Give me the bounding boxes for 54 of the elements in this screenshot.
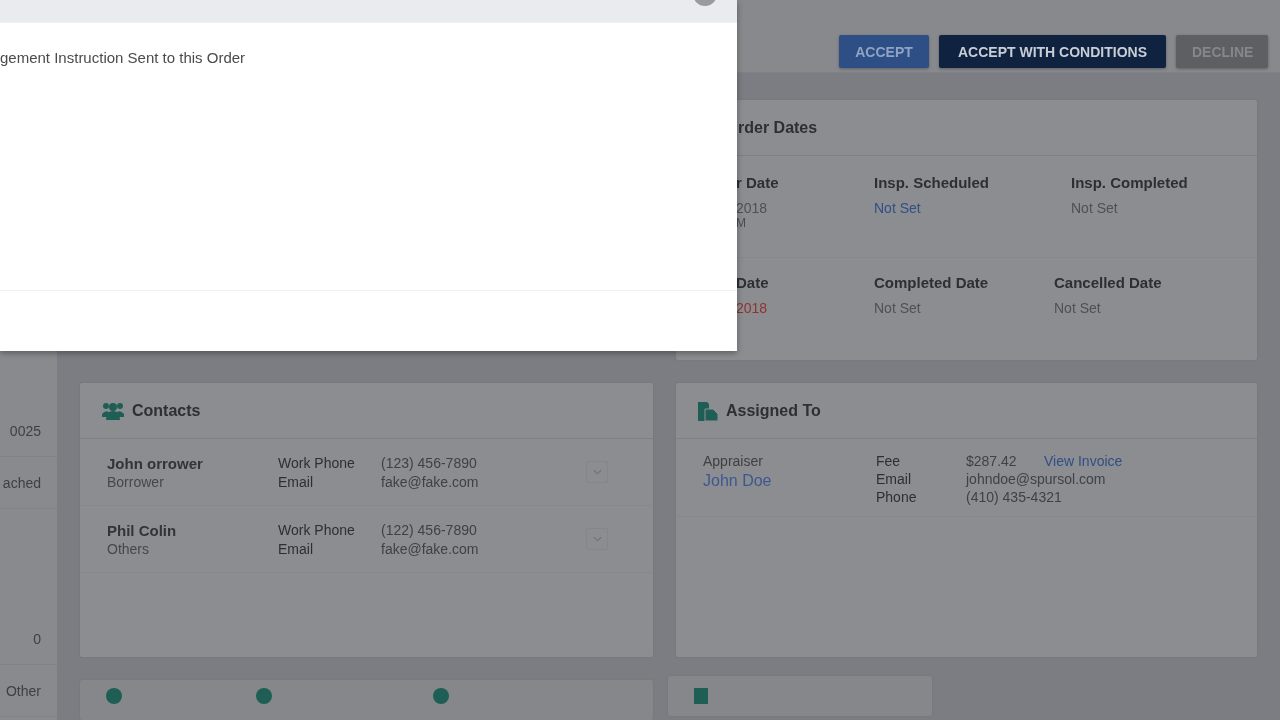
chevron-icon bbox=[592, 469, 602, 475]
field-label: Phone bbox=[876, 489, 918, 505]
field-label: Email bbox=[278, 473, 314, 490]
field-label: Work Phone bbox=[278, 454, 356, 471]
appraiser-label: Appraiser bbox=[703, 453, 764, 469]
card-title: rder Dates bbox=[738, 118, 818, 137]
date-label: Cancelled Date bbox=[1054, 274, 1163, 291]
card-title: Contacts bbox=[132, 401, 201, 420]
date-label: Insp. Completed bbox=[1071, 174, 1189, 191]
round-icon bbox=[256, 688, 272, 704]
contact-name: John orrower bbox=[107, 454, 204, 472]
date-value: Not Set bbox=[1071, 200, 1119, 216]
documents-icon bbox=[698, 400, 718, 421]
expand-button[interactable] bbox=[586, 528, 608, 550]
field-value: fake@fake.com bbox=[381, 473, 479, 490]
sidebar-text: ached bbox=[2, 474, 41, 491]
date-value: Not Set bbox=[874, 300, 922, 316]
expand-button[interactable] bbox=[586, 461, 608, 483]
date-note: M bbox=[736, 216, 747, 230]
card-title: Assigned To bbox=[726, 401, 821, 420]
date-value: Not Set bbox=[874, 200, 922, 216]
round-icon bbox=[433, 688, 449, 704]
date-label: Completed Date bbox=[874, 274, 990, 291]
action-button[interactable]: ACCEPT bbox=[839, 35, 929, 68]
date-value: Not Set bbox=[1054, 300, 1102, 316]
action-button[interactable]: ACCEPT WITH CONDITIONS bbox=[939, 35, 1166, 68]
field-value: $287.42 bbox=[966, 453, 1018, 469]
contact-role: Others bbox=[107, 540, 150, 557]
field-value: (122) 456-7890 bbox=[381, 521, 477, 538]
field-value: fake@fake.com bbox=[381, 540, 479, 557]
field-label: Email bbox=[876, 471, 912, 487]
field-label: Email bbox=[278, 540, 314, 557]
chevron-icon bbox=[592, 536, 602, 542]
field-label: Work Phone bbox=[278, 521, 356, 538]
contact-role: Borrower bbox=[107, 473, 165, 490]
appraiser-link[interactable]: John Doe bbox=[703, 472, 876, 490]
people-icon bbox=[102, 401, 124, 420]
date-label: Date bbox=[736, 274, 770, 291]
sidebar-text: Other bbox=[6, 682, 41, 699]
invoice-link[interactable]: View Invoice bbox=[1044, 453, 1123, 469]
date-value: 2018 bbox=[736, 300, 769, 316]
field-value: johndoe@spursol.com bbox=[966, 471, 1106, 487]
document-icon bbox=[694, 688, 708, 704]
contact-name: Phil Colin bbox=[107, 521, 178, 539]
sidebar-text: 0025 bbox=[9, 422, 41, 439]
field-value: (410) 435-4321 bbox=[966, 489, 1062, 505]
modal-message: gement Instruction Sent to this Order bbox=[0, 49, 246, 66]
date-label: Insp. Scheduled bbox=[874, 174, 991, 191]
round-icon bbox=[106, 688, 122, 704]
field-label: Fee bbox=[876, 453, 902, 469]
sidebar-text: 0 bbox=[33, 630, 41, 647]
date-value: 2018 bbox=[736, 200, 769, 216]
field-value: (123) 456-7890 bbox=[381, 454, 477, 471]
date-label: r Date bbox=[736, 174, 780, 191]
